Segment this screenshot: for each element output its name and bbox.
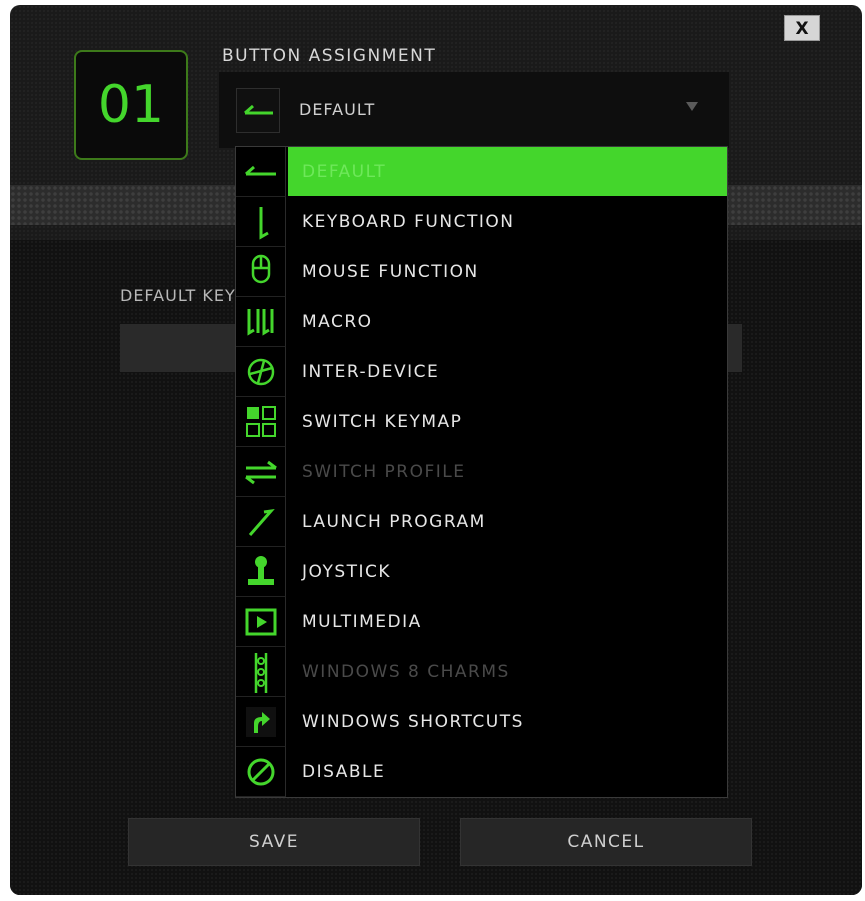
switch-keymap-icon bbox=[236, 397, 286, 447]
menu-item-label: LAUNCH PROGRAM bbox=[302, 512, 486, 532]
macro-icon bbox=[236, 297, 286, 347]
menu-item-switch-profile: SWITCH PROFILE bbox=[236, 447, 727, 497]
mouse-icon bbox=[236, 247, 286, 297]
menu-item-label: MOUSE FUNCTION bbox=[302, 262, 479, 282]
menu-item-label: WINDOWS 8 CHARMS bbox=[302, 662, 510, 682]
menu-item-windows-8-charms: WINDOWS 8 CHARMS bbox=[236, 647, 727, 697]
inter-device-icon bbox=[236, 347, 286, 397]
windows-shortcuts-icon bbox=[236, 697, 286, 747]
menu-item-switch-keymap[interactable]: SWITCH KEYMAP bbox=[236, 397, 727, 447]
assignment-select[interactable] bbox=[219, 72, 729, 148]
arrow-left-icon bbox=[236, 88, 280, 133]
menu-item-label: DEFAULT bbox=[302, 162, 387, 182]
multimedia-icon bbox=[236, 597, 286, 647]
assignment-select-value: DEFAULT bbox=[299, 100, 376, 119]
button-assignment-label: BUTTON ASSIGNMENT bbox=[222, 46, 437, 66]
disable-icon bbox=[236, 747, 286, 797]
menu-item-label: MULTIMEDIA bbox=[302, 612, 422, 632]
menu-item-label: MACRO bbox=[302, 312, 373, 332]
chevron-down-icon bbox=[686, 102, 698, 111]
windows-charms-icon bbox=[236, 647, 286, 697]
default-key-label: DEFAULT KEY bbox=[120, 286, 236, 305]
menu-item-label: WINDOWS SHORTCUTS bbox=[302, 712, 524, 732]
arrow-left-icon bbox=[236, 147, 286, 197]
menu-item-label: INTER-DEVICE bbox=[302, 362, 440, 382]
menu-item-multimedia[interactable]: MULTIMEDIA bbox=[236, 597, 727, 647]
assignment-dropdown-menu: DEFAULT KEYBOARD FUNCTION MOUSE FUNCTION… bbox=[235, 146, 728, 798]
menu-item-keyboard-function[interactable]: KEYBOARD FUNCTION bbox=[236, 197, 727, 247]
menu-item-label: DISABLE bbox=[302, 762, 386, 782]
menu-item-macro[interactable]: MACRO bbox=[236, 297, 727, 347]
button-number-badge: 01 bbox=[74, 50, 188, 160]
save-button[interactable]: SAVE bbox=[128, 818, 420, 866]
joystick-icon bbox=[236, 547, 286, 597]
menu-item-launch-program[interactable]: LAUNCH PROGRAM bbox=[236, 497, 727, 547]
menu-item-mouse-function[interactable]: MOUSE FUNCTION bbox=[236, 247, 727, 297]
menu-item-windows-shortcuts[interactable]: WINDOWS SHORTCUTS bbox=[236, 697, 727, 747]
keyboard-function-icon bbox=[236, 197, 286, 247]
menu-item-label: SWITCH KEYMAP bbox=[302, 412, 463, 432]
menu-item-joystick[interactable]: JOYSTICK bbox=[236, 547, 727, 597]
menu-item-label: KEYBOARD FUNCTION bbox=[302, 212, 515, 232]
cancel-button[interactable]: CANCEL bbox=[460, 818, 752, 866]
menu-item-label: JOYSTICK bbox=[302, 562, 392, 582]
close-button[interactable]: X bbox=[784, 15, 820, 41]
switch-profile-icon bbox=[236, 447, 286, 497]
menu-item-inter-device[interactable]: INTER-DEVICE bbox=[236, 347, 727, 397]
menu-item-disable[interactable]: DISABLE bbox=[236, 747, 727, 797]
launch-program-icon bbox=[236, 497, 286, 547]
menu-item-default[interactable]: DEFAULT bbox=[236, 147, 727, 197]
menu-item-label: SWITCH PROFILE bbox=[302, 462, 466, 482]
